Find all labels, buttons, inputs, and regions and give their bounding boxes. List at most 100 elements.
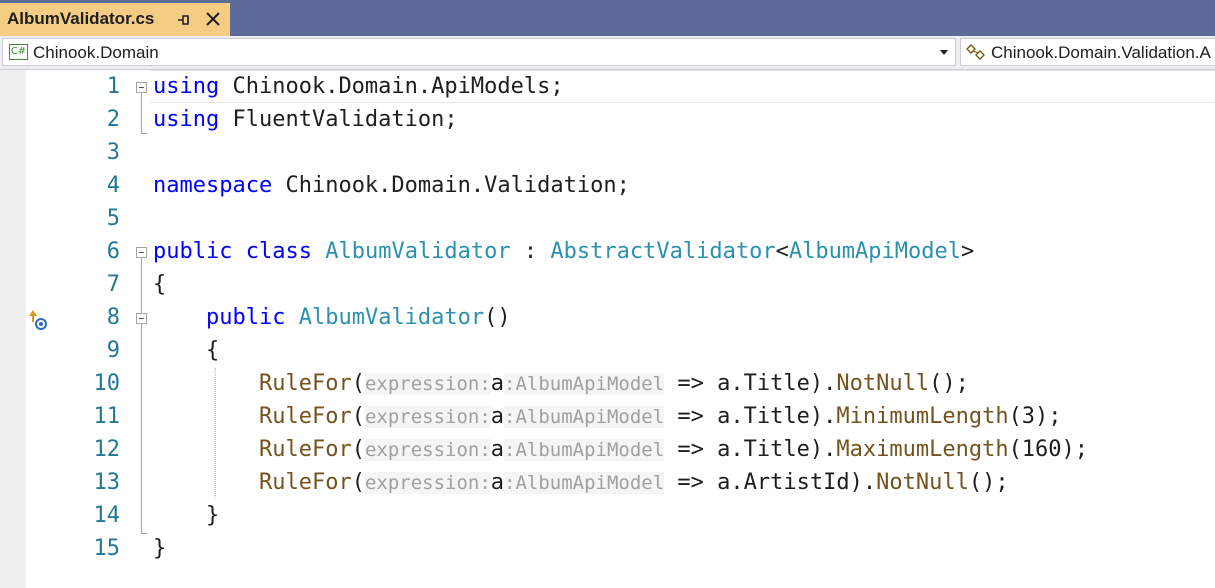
- code-token: FluentValidation;: [219, 107, 458, 132]
- code-token: a: [490, 470, 505, 495]
- code-token: ();: [968, 470, 1009, 495]
- code-token: MinimumLength: [836, 404, 1009, 429]
- inlay-hint: :AlbumApiModel: [504, 472, 665, 494]
- code-line[interactable]: 7{: [0, 268, 1215, 301]
- code-token: a: [490, 371, 505, 396]
- code-token: ();: [929, 371, 969, 396]
- code-text[interactable]: RuleFor(expression:a:AlbumApiModel => a.…: [153, 466, 1009, 500]
- line-number: 8: [106, 305, 120, 330]
- code-text[interactable]: RuleFor(expression:a:AlbumApiModel => a.…: [153, 433, 1088, 467]
- inlay-hint: expression:: [364, 373, 491, 395]
- line-number: 6: [106, 239, 120, 264]
- code-token: (160);: [1008, 437, 1089, 462]
- code-token: NotNull: [876, 470, 969, 495]
- code-token: => a.ArtistId).: [664, 470, 877, 495]
- code-token: RuleFor: [258, 437, 352, 462]
- namespace-icon: [966, 44, 985, 60]
- inlay-hint: :AlbumApiModel: [504, 439, 665, 461]
- inlay-hint: :AlbumApiModel: [504, 373, 665, 395]
- document-tab[interactable]: AlbumValidator.cs: [0, 3, 230, 36]
- code-line[interactable]: 1 using Chinook.Domain.ApiModels;: [0, 70, 1215, 103]
- tab-title: AlbumValidator.cs: [7, 9, 155, 28]
- document-tab-strip: AlbumValidator.cs: [0, 0, 1215, 36]
- code-token: (: [351, 437, 365, 462]
- code-token: public: [153, 239, 233, 264]
- code-line[interactable]: 4 namespace Chinook.Domain.Validation;: [0, 169, 1215, 202]
- code-token: {: [153, 338, 220, 363]
- code-token: AbstractValidator: [550, 239, 776, 264]
- code-token: RuleFor: [258, 371, 352, 396]
- code-line[interactable]: 14 }: [0, 499, 1215, 532]
- code-line[interactable]: 9 {: [0, 334, 1215, 367]
- navigation-bar: C# Chinook.Domain Chinook.Domain.Validat…: [0, 36, 1215, 70]
- code-text[interactable]: RuleFor(expression:a:AlbumApiModel => a.…: [153, 367, 969, 401]
- chevron-down-icon[interactable]: [940, 50, 948, 55]
- code-token: (3);: [1008, 404, 1062, 429]
- csharp-project-icon: C#: [9, 44, 28, 60]
- line-number: 14: [93, 503, 121, 528]
- line-number: 2: [106, 107, 120, 132]
- code-line[interactable]: 11 RuleFor(expression:a:AlbumApiModel =>…: [0, 400, 1215, 433]
- code-token: <: [775, 239, 789, 264]
- code-text[interactable]: public class AlbumValidator : AbstractVa…: [153, 235, 974, 268]
- line-number: 7: [106, 272, 120, 297]
- code-token: NotNull: [836, 371, 930, 396]
- code-text[interactable]: public AlbumValidator(): [153, 301, 511, 334]
- code-text[interactable]: {: [153, 268, 166, 301]
- code-token: AlbumValidator: [325, 239, 511, 264]
- code-line[interactable]: 10 RuleFor(expression:a:AlbumApiModel =>…: [0, 367, 1215, 400]
- code-line[interactable]: 15}: [0, 532, 1215, 565]
- code-text[interactable]: }: [153, 499, 219, 532]
- line-number: 9: [106, 338, 120, 363]
- code-line[interactable]: 6 public class AlbumValidator : AbstractV…: [0, 235, 1215, 268]
- code-token: RuleFor: [258, 404, 352, 429]
- line-number: 3: [106, 140, 120, 165]
- inlay-hint: expression:: [364, 472, 491, 494]
- line-number: 12: [93, 437, 121, 462]
- inlay-hint: expression:: [364, 439, 491, 461]
- code-line[interactable]: 2 using FluentValidation;: [0, 103, 1215, 136]
- code-text[interactable]: RuleFor(expression:a:AlbumApiModel => a.…: [153, 400, 1062, 434]
- inlay-hint: expression:: [364, 406, 491, 428]
- code-token: (): [484, 305, 511, 330]
- line-number: 4: [106, 173, 120, 198]
- code-token: => a.Title).: [664, 437, 837, 462]
- code-editor[interactable]: 1 using Chinook.Domain.ApiModels; 2 using F…: [0, 70, 1215, 588]
- code-token: a: [490, 437, 505, 462]
- project-dropdown[interactable]: C# Chinook.Domain: [2, 38, 956, 66]
- code-token: {: [153, 272, 167, 297]
- pin-icon[interactable]: [175, 12, 191, 28]
- code-text[interactable]: using Chinook.Domain.ApiModels;: [153, 70, 564, 103]
- code-token: >: [961, 239, 975, 264]
- code-token: RuleFor: [258, 470, 352, 495]
- code-text[interactable]: using FluentValidation;: [153, 103, 458, 136]
- code-token: Chinook.Domain.Validation;: [272, 173, 630, 198]
- line-number: 11: [93, 404, 121, 429]
- code-token: Chinook.Domain.ApiModels;: [219, 74, 564, 99]
- code-line[interactable]: 13 RuleFor(expression:a:AlbumApiModel =>…: [0, 466, 1215, 499]
- code-text[interactable]: namespace Chinook.Domain.Validation;: [153, 169, 630, 202]
- code-line[interactable]: 8 public AlbumValidator(): [0, 301, 1215, 334]
- code-line[interactable]: 3: [0, 136, 1215, 169]
- code-text[interactable]: {: [153, 334, 219, 367]
- close-icon[interactable]: [204, 10, 222, 28]
- code-token: (: [351, 371, 365, 396]
- line-number: 13: [93, 470, 121, 495]
- type-scope-dropdown[interactable]: Chinook.Domain.Validation.A: [960, 38, 1215, 66]
- code-token: => a.Title).: [664, 371, 837, 396]
- code-token: }: [153, 503, 220, 528]
- line-number: 15: [93, 536, 121, 561]
- code-text[interactable]: }: [153, 532, 166, 565]
- code-line[interactable]: 5: [0, 202, 1215, 235]
- line-number: 10: [93, 371, 121, 396]
- code-line[interactable]: 12 RuleFor(expression:a:AlbumApiModel =>…: [0, 433, 1215, 466]
- code-token: AlbumValidator: [298, 305, 485, 330]
